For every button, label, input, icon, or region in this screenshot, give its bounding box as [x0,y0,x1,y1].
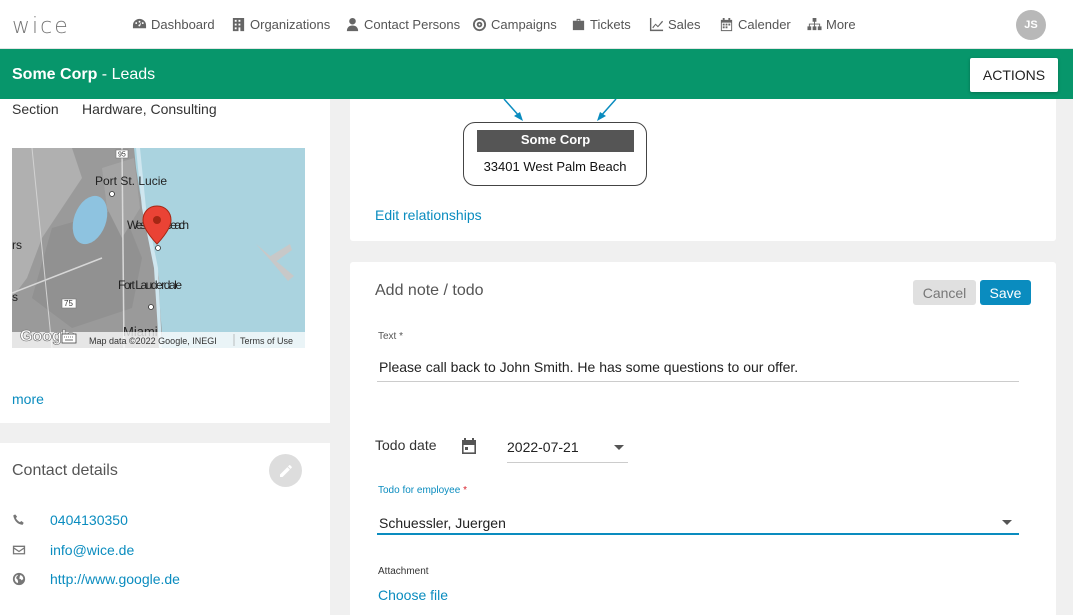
cancel-button[interactable]: Cancel [913,280,976,305]
todo-date-input[interactable]: 2022-07-21 [507,439,579,455]
map-label-rs: rs [12,238,22,252]
page-title: Some Corp - Leads [12,66,155,84]
dashboard-icon [132,18,147,29]
nav-sales[interactable]: Sales [649,17,701,32]
pencil-icon [279,464,292,477]
map-terms-link[interactable]: Terms of Use [240,336,293,346]
contact-phone[interactable]: 0404130350 [50,512,128,528]
globe-icon [12,570,30,588]
contact-website[interactable]: http://www.google.de [50,571,180,587]
edit-relationships-link[interactable]: Edit relationships [375,207,482,223]
add-note-title: Add note / todo [375,282,484,299]
keyboard-icon[interactable] [61,333,77,344]
map-label-s: s [12,290,18,304]
employee-chevron-down-icon[interactable] [1002,520,1012,525]
nav-tickets[interactable]: Tickets [571,17,631,32]
page-header: Some Corp - Leads ACTIONS [0,49,1073,99]
add-note-card [350,262,1056,615]
nav-calender[interactable]: Calender [719,17,791,32]
nav-contact-persons[interactable]: Contact Persons [345,17,460,32]
text-required-mark: * [399,331,404,342]
top-navigation: wice Dashboard Organizations Contact Per… [0,0,1073,49]
text-field-label-text: Text [378,331,397,342]
contact-details-title: Contact details [12,462,118,479]
todo-date-label: Todo date [375,437,437,453]
map-label-95: 95 [118,152,126,159]
note-text-underline [377,381,1019,382]
nav-campaigns-label: Campaigns [491,17,557,32]
calendar-icon[interactable] [459,436,479,456]
target-icon [472,17,487,32]
building-icon [232,17,245,32]
employee-field-label: Todo for employee * [378,485,467,496]
nav-organizations-label: Organizations [250,17,331,32]
map-attribution: Map data ©2022 Google, INEGI [89,336,217,346]
edit-contact-button[interactable] [269,454,302,487]
nav-contact-persons-label: Contact Persons [364,17,461,32]
contact-email-row: info@wice.de [12,541,134,559]
nav-dashboard[interactable]: Dashboard [132,17,215,32]
map-label-75: 75 [64,299,73,308]
nav-dashboard-label: Dashboard [151,17,215,32]
nav-calender-label: Calender [738,17,791,32]
wice-logo[interactable]: wice [12,14,70,39]
section-value: Hardware, Consulting [82,101,217,117]
sitemap-icon [807,17,822,31]
nav-more-label: More [826,17,856,32]
nav-tickets-label: Tickets [590,17,631,32]
calendar-icon [720,17,733,32]
text-field-label: Text * [378,331,403,342]
section-label: Section [12,101,59,117]
contact-email[interactable]: info@wice.de [50,542,134,558]
choose-file-button[interactable]: Choose file [378,587,448,603]
todo-date-underline [507,462,628,463]
map-canvas: 95 75 Port St. Lucie West Palm Beach For… [12,148,305,348]
user-avatar[interactable]: JS [1016,10,1046,40]
nav-organizations[interactable]: Organizations [231,17,330,32]
contact-website-row: http://www.google.de [12,570,180,588]
org-node-address: 33401 West Palm Beach [483,159,627,174]
chart-line-icon [649,17,664,32]
more-link[interactable]: more [12,391,44,407]
person-icon [346,17,359,32]
actions-button[interactable]: ACTIONS [970,58,1058,92]
nav-campaigns[interactable]: Campaigns [472,17,557,32]
employee-field-label-text: Todo for employee [378,485,461,496]
employee-select[interactable]: Schuessler, Juergen [379,515,506,531]
contact-phone-row: 0404130350 [12,511,128,529]
map-label-fort-lauderdale: Fort Lauderdale [118,278,182,292]
attachment-label: Attachment [378,566,429,577]
phone-icon [12,511,30,529]
nav-more[interactable]: More [807,17,856,32]
note-text-input[interactable]: Please call back to John Smith. He has s… [379,359,798,375]
employee-select-underline [377,533,1019,535]
page-title-suffix: - Leads [97,66,156,83]
nav-sales-label: Sales [668,17,701,32]
org-node-title: Some Corp [477,130,634,152]
briefcase-icon [572,18,585,31]
org-name: Some Corp [12,66,98,83]
todo-date-chevron-down-icon[interactable] [614,445,624,450]
save-button[interactable]: Save [980,280,1031,305]
location-map[interactable]: 95 75 Port St. Lucie West Palm Beach For… [12,148,305,348]
employee-required-mark: * [463,485,467,496]
map-label-port-st-lucie: Port St. Lucie [95,174,167,188]
envelope-icon [12,541,30,559]
